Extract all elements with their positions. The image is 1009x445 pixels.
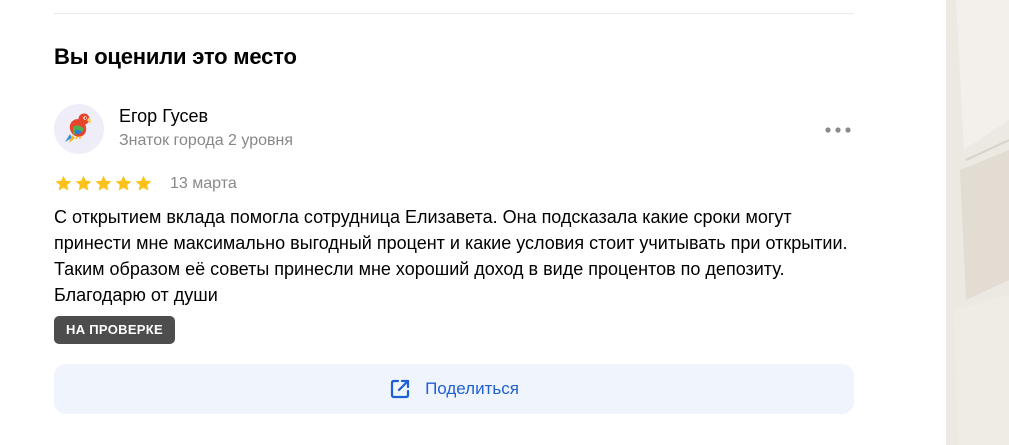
section-title: Вы оценили это место (54, 44, 297, 69)
more-horizontal-icon (825, 120, 851, 138)
review-date: 13 марта (170, 175, 237, 192)
status-badge: НА ПРОВЕРКЕ (54, 316, 175, 344)
review-panel: Вы оценили это место Егор Гусев Знаток г… (0, 0, 946, 445)
share-label: Поделиться (425, 379, 519, 398)
avatar[interactable] (54, 104, 104, 154)
share-button[interactable]: Поделиться (54, 364, 854, 414)
author-name[interactable]: Егор Гусев (119, 106, 208, 127)
review-text: С открытием вклада помогла сотрудница Ел… (54, 207, 848, 305)
star-icon (135, 175, 152, 191)
map-background (946, 0, 1009, 445)
divider (54, 13, 854, 14)
star-icon (75, 175, 92, 191)
parrot-icon (62, 110, 96, 149)
rating-stars (54, 174, 153, 193)
more-options-button[interactable] (822, 118, 854, 140)
star-icon (115, 175, 132, 191)
star-icon (55, 175, 72, 191)
author-level: Знаток города 2 уровня (119, 132, 294, 149)
share-icon (389, 378, 411, 400)
star-icon (95, 175, 112, 191)
